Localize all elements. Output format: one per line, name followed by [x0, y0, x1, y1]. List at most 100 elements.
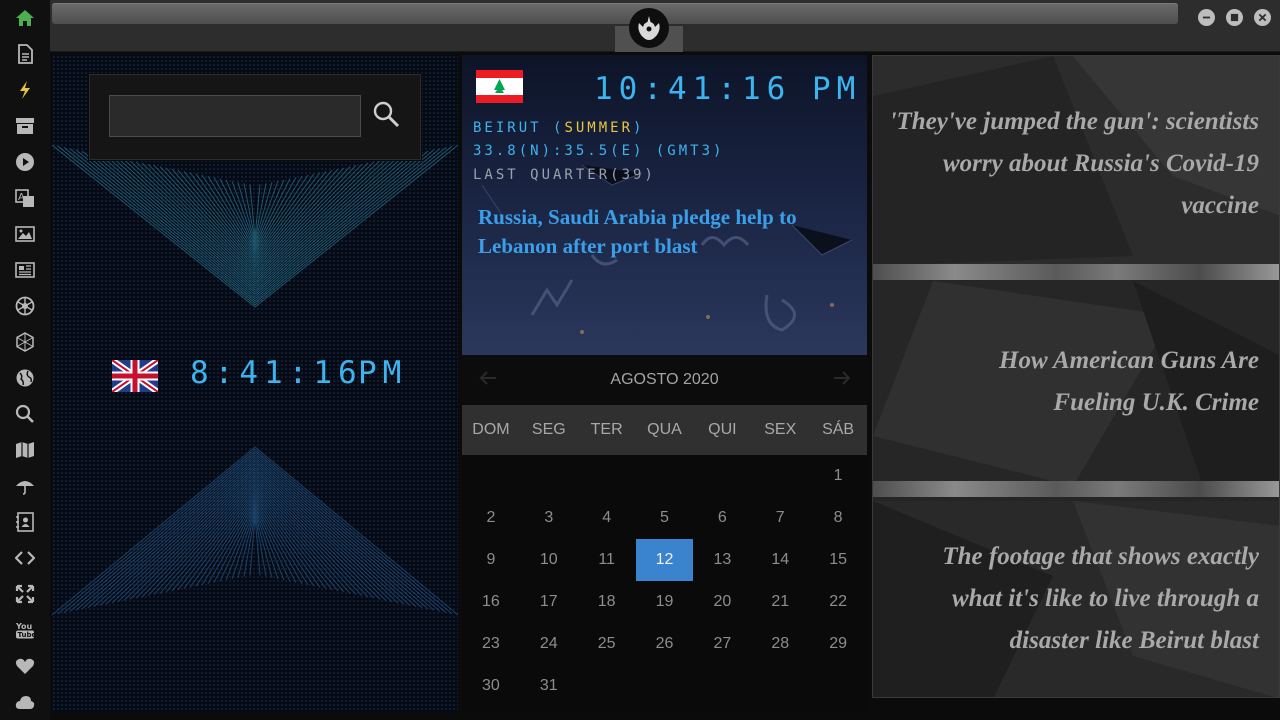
beirut-time: 10:41:16 [594, 71, 792, 107]
play-icon[interactable] [13, 150, 37, 174]
beirut-headline-link[interactable]: Russia, Saudi Arabia pledge help to Leba… [478, 203, 848, 261]
calendar-day[interactable]: 17 [520, 581, 578, 623]
news-panel: 'They've jumped the gun': scientists wor… [872, 55, 1280, 698]
calendar-day[interactable]: 16 [462, 581, 520, 623]
zodiac-background: 10:41:16 PM BEIRUT (SUMMER) 33.8(N):35.5… [462, 55, 867, 355]
contacts-icon[interactable] [13, 510, 37, 534]
calendar-empty-cell [636, 455, 694, 497]
expand-icon[interactable] [13, 582, 37, 606]
lightning-icon[interactable] [13, 78, 37, 102]
calendar-week-row: 23 24 25 26 27 28 29 [462, 623, 867, 665]
minimize-button[interactable] [1198, 9, 1215, 26]
calendar-day[interactable]: 6 [693, 497, 751, 539]
divider [873, 481, 1279, 497]
calendar-day[interactable]: 22 [809, 581, 867, 623]
city-line: BEIRUT (SUMMER) [473, 120, 645, 136]
search-box [89, 74, 421, 160]
hexagon-icon[interactable] [13, 330, 37, 354]
news-headline-1[interactable]: 'They've jumped the gun': scientists wor… [889, 101, 1259, 227]
weekday-label: DOM [472, 421, 510, 438]
calendar-empty-cell [751, 665, 809, 707]
document-icon[interactable] [13, 42, 37, 66]
svg-text:Tube: Tube [18, 631, 36, 639]
calendar-day[interactable]: 27 [693, 623, 751, 665]
newspaper-icon[interactable] [13, 258, 37, 282]
news-headline-2[interactable]: How American Guns Are Fueling U.K. Crime [929, 340, 1259, 424]
svg-text:You: You [15, 622, 33, 631]
weekday-label: SÁB [822, 421, 855, 438]
calendar-day[interactable]: 23 [462, 623, 520, 665]
code-icon[interactable] [13, 546, 37, 570]
calendar-day[interactable]: 9 [462, 539, 520, 581]
calendar-day[interactable]: 24 [520, 623, 578, 665]
calendar-day[interactable]: 13 [693, 539, 751, 581]
search-input[interactable] [109, 95, 361, 137]
calendar-header: AGOSTO 2020 [462, 355, 867, 405]
calendar-week-row: 1 [462, 455, 867, 497]
weekday-label: TER [590, 421, 623, 438]
search-icon[interactable] [13, 402, 37, 426]
translate-icon[interactable]: A [13, 186, 37, 210]
calendar-empty-cell [578, 665, 636, 707]
image-icon[interactable] [13, 222, 37, 246]
magnifier-icon [373, 101, 400, 128]
calendar-day[interactable]: 15 [809, 539, 867, 581]
calendar-day[interactable]: 29 [809, 623, 867, 665]
calendar-weekdays: DOM SEG TER QUA QUI SEX SÁB [462, 405, 867, 455]
coordinates: 33.8(N):35.5(E) (GMT3) [473, 143, 725, 159]
calendar-day[interactable]: 5 [636, 497, 694, 539]
calendar-week-row: 9 10 11 12 13 14 15 [462, 539, 867, 581]
calendar-empty-cell [636, 665, 694, 707]
uk-ampm: PM [358, 355, 408, 391]
calendar-day[interactable]: 30 [462, 665, 520, 707]
calendar-day[interactable]: 31 [520, 665, 578, 707]
rebel-emblem-icon[interactable] [13, 294, 37, 318]
moon-phase: LAST QUARTER(39) [473, 167, 656, 183]
calendar-day[interactable]: 4 [578, 497, 636, 539]
calendar-empty-cell [578, 455, 636, 497]
uk-clock-panel: 8:41:16 PM [52, 55, 458, 712]
next-month-icon[interactable] [832, 368, 852, 388]
sidebar: A You Tube [0, 0, 50, 720]
calendar-day[interactable]: 12 [635, 539, 694, 581]
calendar-empty-cell [693, 665, 751, 707]
maximize-button[interactable] [1226, 9, 1243, 26]
calendar-day[interactable]: 10 [520, 539, 578, 581]
address-bar[interactable] [52, 3, 1178, 24]
calendar-grid: 1 2 3 4 5 6 7 8 9 10 11 12 13 14 15 16 17 18 19 20 21 22 23 24 2… [462, 455, 867, 707]
calendar-day[interactable]: 18 [578, 581, 636, 623]
calendar-day[interactable]: 1 [809, 455, 867, 497]
title-bar [50, 0, 1280, 52]
calendar-day[interactable]: 21 [751, 581, 809, 623]
calendar-empty-cell [520, 455, 578, 497]
calendar-day[interactable]: 8 [809, 497, 867, 539]
beirut-panel: 10:41:16 PM BEIRUT (SUMMER) 33.8(N):35.5… [462, 55, 867, 712]
previous-month-icon[interactable] [478, 368, 498, 388]
close-button[interactable] [1254, 9, 1271, 26]
calendar-day[interactable]: 3 [520, 497, 578, 539]
beirut-ampm: PM [812, 71, 862, 107]
calendar-empty-cell [462, 455, 520, 497]
news-headline-3[interactable]: The footage that shows exactly what it's… [889, 536, 1259, 662]
search-button[interactable] [372, 100, 400, 128]
calendar-day[interactable]: 26 [636, 623, 694, 665]
united-kingdom-flag-icon [112, 360, 158, 392]
umbrella-icon[interactable] [13, 474, 37, 498]
youtube-icon[interactable]: You Tube [13, 618, 37, 642]
calendar-day[interactable]: 11 [578, 539, 636, 581]
archive-icon[interactable] [13, 114, 37, 138]
calendar-day[interactable]: 19 [636, 581, 694, 623]
cloud-icon[interactable] [13, 690, 37, 714]
globe-icon[interactable] [13, 366, 37, 390]
home-icon[interactable] [13, 6, 37, 30]
calendar-empty-cell [809, 665, 867, 707]
heart-icon[interactable] [13, 654, 37, 678]
rebel-alliance-logo-icon[interactable] [629, 8, 669, 48]
calendar-day[interactable]: 14 [751, 539, 809, 581]
calendar-day[interactable]: 2 [462, 497, 520, 539]
calendar-day[interactable]: 7 [751, 497, 809, 539]
calendar-day[interactable]: 25 [578, 623, 636, 665]
calendar-day[interactable]: 28 [751, 623, 809, 665]
calendar-day[interactable]: 20 [693, 581, 751, 623]
map-icon[interactable] [13, 438, 37, 462]
